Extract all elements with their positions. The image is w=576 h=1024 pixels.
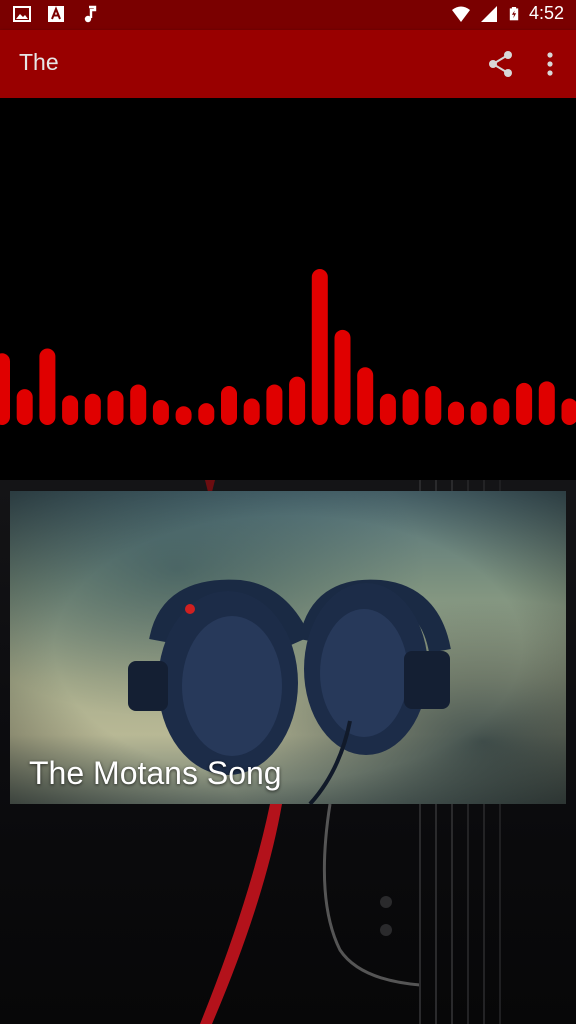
- visualizer-bar: [470, 401, 487, 425]
- visualizer-bars: [0, 269, 576, 425]
- visualizer-bar: [334, 329, 351, 425]
- more-vert-icon[interactable]: [538, 49, 562, 79]
- app-bar: The: [0, 30, 576, 98]
- image-icon: [13, 6, 31, 22]
- visualizer-bar: [311, 269, 328, 425]
- song-title: The Motans Song: [29, 755, 282, 791]
- status-notifications: [12, 4, 100, 24]
- visualizer-bar: [0, 353, 10, 425]
- wifi-icon: [451, 6, 470, 22]
- visualizer-bar: [175, 406, 192, 425]
- share-icon[interactable]: [486, 49, 516, 79]
- visualizer-bar: [538, 381, 555, 425]
- visualizer-bar: [402, 389, 419, 425]
- visualizer-bar: [493, 398, 510, 425]
- status-system: 4:52: [451, 3, 564, 24]
- visualizer-bar: [221, 386, 237, 425]
- visualizer-bar: [39, 348, 56, 425]
- visualizer-bar: [243, 398, 260, 425]
- visualizer-bar: [516, 382, 533, 425]
- visualizer-bar: [198, 403, 215, 425]
- visualizer-bar: [130, 384, 147, 425]
- visualizer-bar: [107, 390, 124, 425]
- audio-visualizer: [0, 98, 576, 480]
- music-note-icon: [84, 5, 97, 23]
- cell-signal-icon: [480, 5, 497, 22]
- visualizer-bar: [84, 393, 101, 425]
- visualizer-bar: [425, 386, 442, 425]
- visualizer-bar: [152, 400, 169, 425]
- battery-icon: [509, 6, 519, 20]
- status-time: 4:52: [528, 3, 564, 23]
- visualizer-bar: [357, 367, 374, 425]
- visualizer-bar: [16, 389, 33, 425]
- visualizer-bar: [266, 384, 283, 425]
- visualizer-bar: [289, 376, 306, 425]
- song-card[interactable]: The Motans Song: [10, 491, 566, 804]
- visualizer-bar: [62, 395, 79, 425]
- visualizer-bar: [561, 398, 576, 425]
- visualizer-bar: [448, 401, 464, 425]
- status-bar: 4:52: [0, 0, 576, 30]
- visualizer-bar: [379, 393, 396, 425]
- app-title: The: [19, 49, 59, 75]
- font-a-icon: [48, 6, 64, 22]
